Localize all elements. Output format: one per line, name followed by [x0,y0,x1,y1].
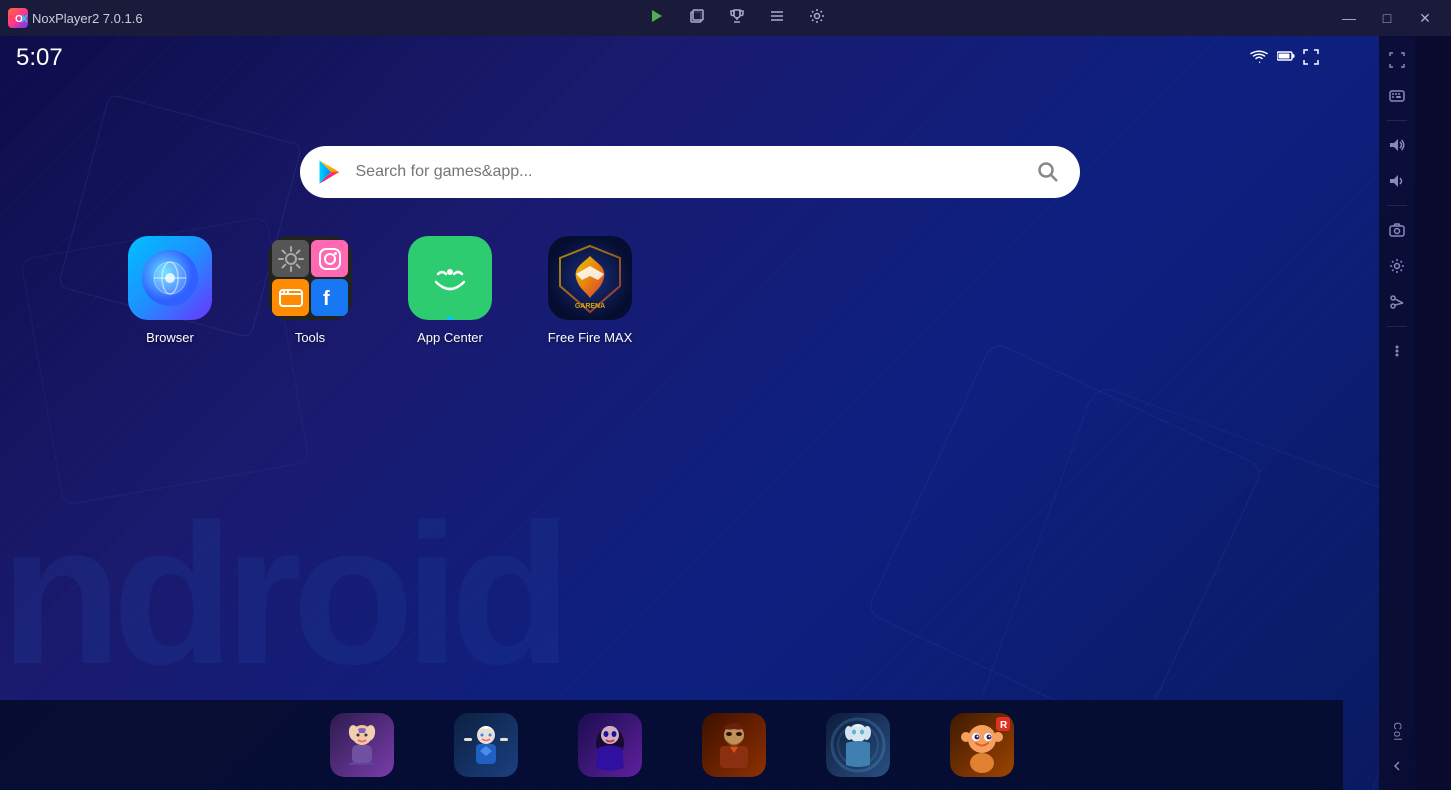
tools-sub-social2 [272,279,309,316]
browser-icon [128,236,212,320]
freefire-label: Free Fire MAX [548,330,633,345]
sidebar-volume-up[interactable] [1381,129,1413,161]
search-input[interactable] [356,163,1020,181]
browser-icon-wrapper [128,236,212,320]
close-button[interactable]: ✕ [1407,0,1443,36]
menu-button[interactable] [765,6,789,31]
dock-game6[interactable]: R [950,713,1014,777]
tools-sub-settings [272,240,309,277]
freefire-icon-wrapper: GARENA [548,236,632,320]
appcenter-label: App Center [417,330,483,345]
battery-icon [1277,49,1295,67]
tools-icon-wrapper: f [268,236,352,320]
tools-sub-social1 [311,240,348,277]
multi-instance-button[interactable] [685,6,709,31]
app-title: NoxPlayer2 7.0.1.6 [32,11,143,26]
nox-logo-icon: N O X [8,8,28,28]
sidebar-divider-1 [1387,120,1407,121]
freefire-icon: GARENA [548,236,632,320]
wifi-icon [1249,49,1269,68]
dock-icon-1 [330,713,394,777]
apps-grid: Browser [120,236,640,345]
dock-icon-5 [826,713,890,777]
bottom-dock: R [0,700,1343,790]
svg-text:X: X [21,14,27,24]
minimize-button[interactable]: — [1331,0,1367,36]
tools-sub-facebook: f [311,279,348,316]
app-freefire[interactable]: GARENA Free Fire MAX [540,236,640,345]
sidebar-scissors[interactable] [1381,286,1413,318]
app-appcenter[interactable]: App Center [400,236,500,345]
tools-icon: f [268,236,352,320]
sidebar-back[interactable] [1381,750,1413,782]
dock-game2[interactable] [454,713,518,777]
right-sidebar: Col [1379,36,1415,790]
sidebar-divider-3 [1387,326,1407,327]
app-tools[interactable]: f Tools [260,236,360,345]
search-button[interactable] [1032,156,1064,188]
maximize-button[interactable]: □ [1369,0,1405,36]
dock-icon-4 [702,713,766,777]
app-browser[interactable]: Browser [120,236,220,345]
appcenter-icon-wrapper [408,236,492,320]
android-statusbar: 5:07 [16,44,1319,72]
google-play-logo [316,158,344,186]
tools-label: Tools [295,330,325,345]
settings-button[interactable] [805,6,829,31]
dock-icon-3 [578,713,642,777]
content-area: 5:07 [0,36,1379,790]
titlebar-controls [645,6,829,31]
searchbar[interactable] [300,146,1080,198]
clock: 5:07 [16,44,63,72]
sidebar-fullscreen[interactable] [1381,44,1413,76]
sidebar-keyboard[interactable] [1381,80,1413,112]
sidebar-more[interactable] [1381,335,1413,367]
dock-game5[interactable] [826,713,890,777]
searchbar-container [300,146,1080,198]
sidebar-col-label: Col [1391,722,1403,742]
dock-game3[interactable] [578,713,642,777]
titlebar: N O X NoxPlayer2 7.0.1.6 [0,0,1451,36]
sidebar-settings[interactable] [1381,250,1413,282]
titlebar-left: N O X NoxPlayer2 7.0.1.6 [8,8,143,28]
browser-label: Browser [146,330,194,345]
sidebar-screenshot[interactable] [1381,214,1413,246]
dock-game4[interactable] [702,713,766,777]
dock-icon-6: R [950,713,1014,777]
emulator-main: ndroid 5:07 [0,36,1415,790]
appcenter-icon [408,236,492,320]
appcenter-notification-dot [447,316,453,320]
trophy-button[interactable] [725,6,749,31]
sidebar-volume-down[interactable] [1381,165,1413,197]
titlebar-window-controls: — □ ✕ [1331,0,1443,36]
dock-icon-2 [454,713,518,777]
fullscreen-icon[interactable] [1303,49,1319,68]
svg-text:R: R [1000,720,1008,731]
dock-game1[interactable] [330,713,394,777]
app-logo: N O X NoxPlayer2 7.0.1.6 [8,8,143,28]
sidebar-divider-2 [1387,205,1407,206]
svg-text:GARENA: GARENA [575,303,605,310]
status-icons [1249,49,1319,68]
play-button[interactable] [645,6,669,31]
svg-text:f: f [323,288,330,310]
